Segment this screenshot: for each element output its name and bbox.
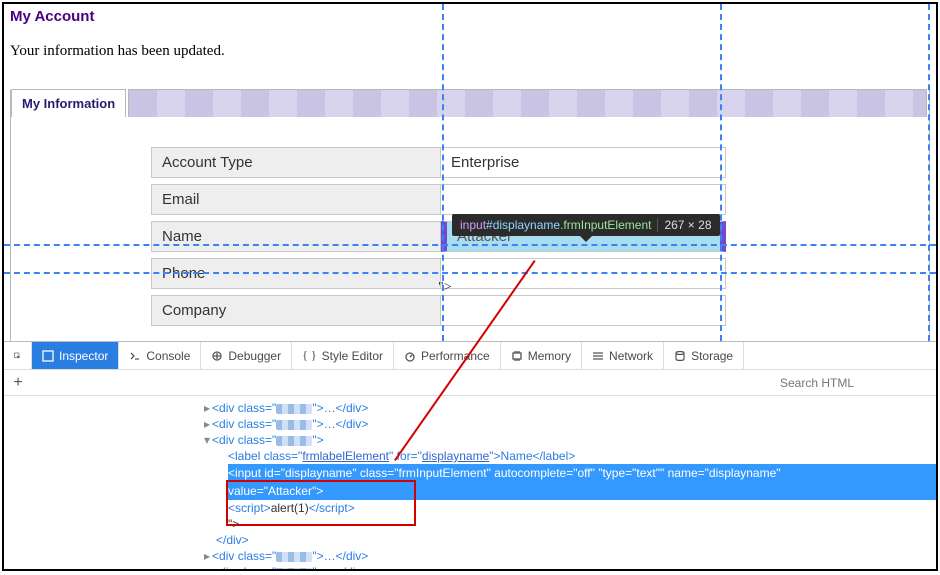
tooltip-dimensions: 267 × 28 <box>657 218 711 232</box>
devtools-tab-memory[interactable]: Memory <box>501 342 582 369</box>
devtools-tab-storage[interactable]: Storage <box>664 342 744 369</box>
selected-dom-node[interactable]: <input id="displayname" class="frmInputE… <box>228 464 936 482</box>
tooltip-class: .frmInputElement <box>560 218 651 232</box>
status-message: Your information has been updated. <box>4 29 936 80</box>
label-account-type: Account Type <box>151 147 441 178</box>
devtools-tab-console[interactable]: Console <box>119 342 201 369</box>
value-company[interactable] <box>441 295 726 326</box>
devtools-tab-style-editor[interactable]: { } Style Editor <box>292 342 394 369</box>
tooltip-id: #displayname <box>486 218 560 232</box>
value-email[interactable] <box>441 184 726 215</box>
element-hover-tooltip: input#displayname.frmInputElement 267 × … <box>452 214 720 236</box>
devtools-tab-performance[interactable]: Performance <box>394 342 501 369</box>
dom-tree[interactable]: <div class="">…</div> <div class="">…</d… <box>4 396 936 571</box>
label-name: Name <box>151 221 441 252</box>
label-company: Company <box>151 295 441 326</box>
tab-panel: Account TypeEnterprise Email NameAttacke… <box>11 117 929 372</box>
search-html-input[interactable] <box>776 372 936 394</box>
page-title: My Account <box>4 4 936 29</box>
tabs-other-blurred <box>128 89 927 117</box>
devtools-tab-debugger[interactable]: Debugger <box>201 342 292 369</box>
value-phone[interactable] <box>441 258 726 289</box>
tab-my-information[interactable]: My Information <box>11 89 126 117</box>
value-account-type: Enterprise <box>441 147 726 178</box>
devtools-tab-inspector[interactable]: Inspector <box>32 342 119 369</box>
label-email: Email <box>151 184 441 215</box>
tooltip-tag: input <box>460 218 486 232</box>
add-node-icon[interactable]: + <box>4 374 32 392</box>
devtools-tab-network[interactable]: Network <box>582 342 664 369</box>
stray-text: "> <box>438 280 452 296</box>
devtools-panel: Inspector Console Debugger { } Style Edi… <box>4 341 936 569</box>
element-picker-icon[interactable] <box>4 342 32 369</box>
label-phone: Phone <box>151 258 441 289</box>
